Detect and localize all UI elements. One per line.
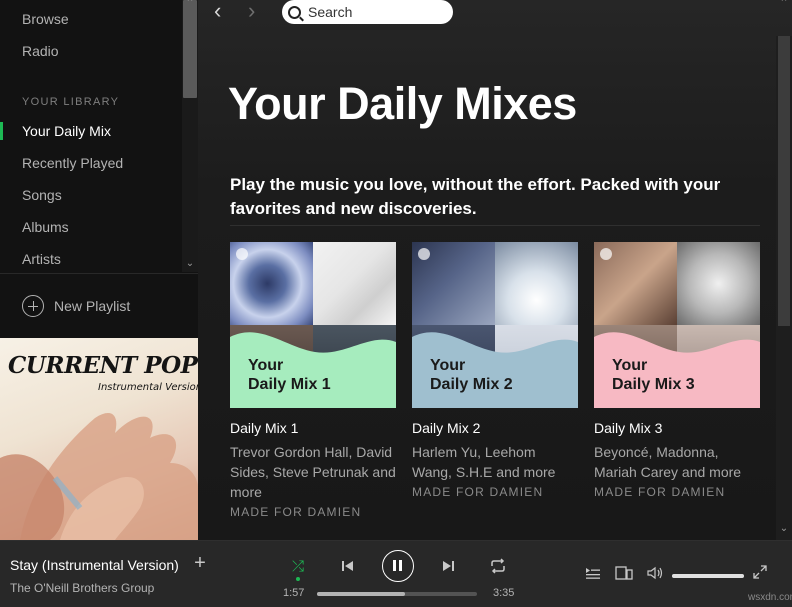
nav-radio[interactable]: Radio xyxy=(22,43,59,59)
repeat-icon xyxy=(491,558,505,574)
spotify-logo-icon xyxy=(418,248,430,260)
artist-name[interactable]: The O'Neill Brothers Group xyxy=(10,581,154,595)
watermark: wsxdn.com xyxy=(748,592,792,603)
fullscreen-icon[interactable] xyxy=(753,565,767,582)
library-heading: YOUR LIBRARY xyxy=(22,96,120,108)
previous-icon xyxy=(342,561,353,571)
add-to-library-button[interactable]: + xyxy=(191,553,209,573)
daily-mix-cover[interactable]: Your Daily Mix 2 xyxy=(412,242,578,408)
cover-label: Your Daily Mix 1 xyxy=(248,357,331,393)
shuffle-active-dot xyxy=(296,577,300,581)
sidebar-item-albums[interactable]: Albums xyxy=(22,219,69,235)
next-track-button[interactable] xyxy=(440,558,456,574)
nav-browse[interactable]: Browse xyxy=(22,11,69,27)
card-title[interactable]: Daily Mix 1 xyxy=(230,420,396,436)
daily-mix-cover[interactable]: Your Daily Mix 3 xyxy=(594,242,760,408)
card-meta: MADE FOR DAMIEN xyxy=(594,485,726,499)
spotify-logo-icon xyxy=(600,248,612,260)
now-playing-album-art[interactable]: CURRENT POP HITS Instrumental Versions xyxy=(0,338,198,540)
new-playlist-label: New Playlist xyxy=(54,298,131,314)
card-title[interactable]: Daily Mix 2 xyxy=(412,420,578,436)
daily-mix-card-1[interactable]: Your Daily Mix 1 Daily Mix 1 Trevor Gord… xyxy=(230,242,396,519)
card-title[interactable]: Daily Mix 3 xyxy=(594,420,760,436)
previous-track-button[interactable] xyxy=(340,558,356,574)
plus-circle-icon xyxy=(22,295,44,317)
time-total: 3:35 xyxy=(493,587,515,599)
time-elapsed: 1:57 xyxy=(283,587,305,599)
progress-bar-fill xyxy=(317,592,405,596)
card-description: Trevor Gordon Hall, David Sides, Steve P… xyxy=(230,444,396,500)
shuffle-icon[interactable]: ⤮ xyxy=(288,558,308,578)
repeat-button[interactable] xyxy=(488,557,508,575)
search-field[interactable] xyxy=(282,0,453,24)
player-bar: Stay (Instrumental Version) The O'Neill … xyxy=(0,540,792,607)
next-icon xyxy=(443,561,454,571)
scroll-up-icon[interactable]: ⌃ xyxy=(183,0,197,9)
card-meta: MADE FOR DAMIEN xyxy=(412,485,544,499)
page-title: Your Daily Mixes xyxy=(228,78,577,129)
volume-icon[interactable] xyxy=(647,566,665,583)
card-description: Beyoncé, Madonna, Mariah Carey and more xyxy=(594,444,742,480)
back-arrow-icon[interactable]: ‹ xyxy=(214,0,236,24)
scroll-down-icon[interactable]: ⌄ xyxy=(183,258,197,270)
sidebar-item-your-daily-mix[interactable]: Your Daily Mix xyxy=(22,123,111,139)
daily-mix-card-3[interactable]: Your Daily Mix 3 Daily Mix 3 Beyoncé, Ma… xyxy=(594,242,760,499)
card-meta: MADE FOR DAMIEN xyxy=(230,505,362,519)
queue-icon[interactable] xyxy=(585,566,601,583)
sidebar-divider xyxy=(0,273,198,274)
album-art-title: CURRENT POP HITS xyxy=(8,352,198,379)
active-indicator xyxy=(0,122,3,140)
scroll-down-icon[interactable]: ⌄ xyxy=(777,523,791,534)
page-description: Play the music you love, without the eff… xyxy=(230,175,721,218)
search-icon xyxy=(288,5,301,19)
sidebar-item-recently-played[interactable]: Recently Played xyxy=(22,155,123,171)
volume-slider-fill xyxy=(672,574,744,578)
cover-label: Your Daily Mix 3 xyxy=(612,357,695,393)
devices-icon[interactable] xyxy=(615,566,633,583)
sidebar-item-songs[interactable]: Songs xyxy=(22,187,62,203)
new-playlist-button[interactable]: New Playlist xyxy=(22,294,130,318)
sidebar-item-artists[interactable]: Artists xyxy=(22,251,61,267)
pause-button[interactable] xyxy=(382,550,414,582)
divider xyxy=(230,225,760,226)
main-content: ‹ › ⌃ ⌄ Your Daily Mixes Play the music … xyxy=(198,0,792,540)
search-input[interactable] xyxy=(308,4,438,20)
album-art-subtitle: Instrumental Versions xyxy=(98,382,198,393)
spotify-logo-icon xyxy=(236,248,248,260)
scroll-up-icon[interactable]: ⌃ xyxy=(777,0,791,9)
forward-arrow-icon[interactable]: › xyxy=(248,0,270,24)
daily-mix-cover[interactable]: Your Daily Mix 1 xyxy=(230,242,396,408)
daily-mix-card-2[interactable]: Your Daily Mix 2 Daily Mix 2 Harlem Yu, … xyxy=(412,242,578,499)
cover-label: Your Daily Mix 2 xyxy=(430,357,513,393)
main-scrollbar-thumb[interactable] xyxy=(778,36,790,326)
sidebar-scrollbar-thumb[interactable] xyxy=(183,0,197,98)
pause-icon xyxy=(393,560,396,571)
track-name[interactable]: Stay (Instrumental Version) xyxy=(10,557,179,573)
card-description: Harlem Yu, Leehom Wang, S.H.E and more xyxy=(412,444,556,480)
